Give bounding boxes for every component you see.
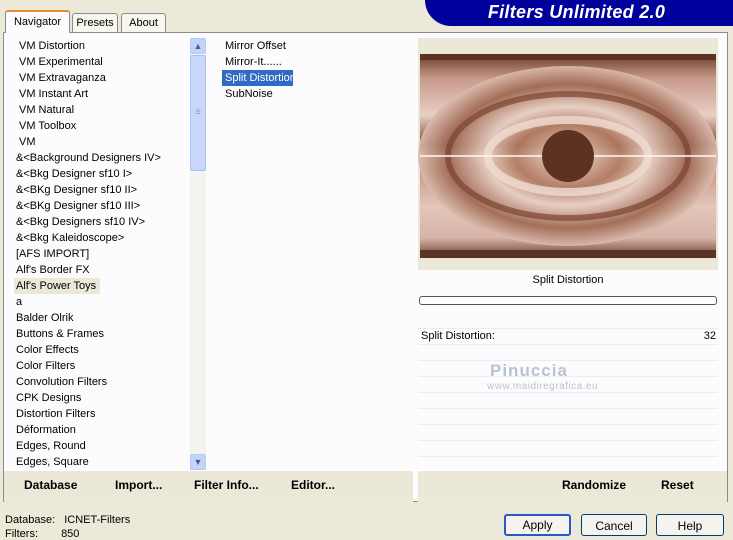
category-item[interactable]: Distortion Filters — [14, 406, 190, 422]
status-filters-value: 850 — [61, 528, 80, 540]
status-filters-label: Filters: — [5, 528, 38, 540]
current-filter-name: Split Distortion — [532, 274, 604, 286]
category-item[interactable]: Edges, Round — [14, 438, 190, 454]
tab-presets[interactable]: Presets — [72, 13, 118, 32]
tab-about[interactable]: About — [121, 13, 166, 32]
param-row-empty — [418, 424, 718, 441]
param-row-empty — [418, 392, 718, 409]
category-item[interactable]: a — [14, 294, 190, 310]
category-item[interactable]: Buttons & Frames — [14, 326, 190, 342]
database-button[interactable]: Database — [24, 478, 77, 492]
filter-item[interactable]: Mirror Offset — [222, 38, 412, 54]
status-database-label: Database: — [5, 514, 56, 526]
apply-button[interactable]: Apply — [504, 514, 571, 536]
category-item[interactable]: Balder Olrik — [14, 310, 190, 326]
filter-item[interactable]: Mirror-It...... — [222, 54, 412, 70]
filter-item[interactable]: SubNoise — [222, 86, 412, 102]
category-item[interactable]: &<BKg Designer sf10 II> — [14, 182, 190, 198]
editor-button[interactable]: Editor... — [291, 478, 335, 492]
progress-bar — [419, 296, 717, 305]
param-row-empty — [418, 408, 718, 425]
category-item[interactable]: [AFS IMPORT] — [14, 246, 190, 262]
status-database: Database: ICNET-Filters — [5, 514, 130, 526]
app-title: Filters Unlimited 2.0 — [487, 2, 666, 22]
param-label: Split Distortion: — [421, 330, 495, 342]
param-row-empty — [418, 344, 718, 361]
scroll-thumb[interactable]: ≡ — [190, 55, 206, 171]
filter-list[interactable]: Mirror Offset Mirror-It...... Split Distor… — [222, 38, 412, 470]
randomize-button[interactable]: Randomize — [562, 478, 626, 492]
category-item[interactable]: VM Natural — [14, 102, 190, 118]
status-database-value: ICNET-Filters — [64, 514, 131, 526]
category-item[interactable]: VM — [14, 134, 190, 150]
category-item[interactable]: VM Extravaganza — [14, 70, 190, 86]
reset-button[interactable]: Reset — [661, 478, 694, 492]
scroll-down-icon[interactable]: ▼ — [190, 454, 206, 470]
cancel-button[interactable]: Cancel — [581, 514, 647, 536]
category-item[interactable]: &<Background Designers IV> — [14, 150, 190, 166]
category-item[interactable]: VM Toolbox — [14, 118, 190, 134]
param-row-empty — [418, 360, 718, 377]
category-item[interactable]: VM Distortion — [14, 38, 190, 54]
category-scrollbar[interactable]: ▲ ≡ ▼ — [190, 38, 206, 470]
category-item[interactable]: &<Bkg Designers sf10 IV> — [14, 214, 190, 230]
filter-item[interactable]: Split Distortion — [222, 70, 296, 86]
param-row-empty — [418, 312, 718, 329]
watermark-url: www.maidiregrafica.eu — [487, 381, 599, 392]
tab-navigator[interactable]: Navigator — [5, 10, 70, 33]
status-filters: Filters: 850 — [5, 528, 79, 540]
preview-frame — [418, 38, 718, 270]
category-item[interactable]: Convolution Filters — [14, 374, 190, 390]
param-row-empty — [418, 440, 718, 457]
category-item[interactable]: &<Bkg Designer sf10 I> — [14, 166, 190, 182]
category-item[interactable]: Edges, Square — [14, 454, 190, 470]
preview-image — [418, 54, 718, 258]
category-item[interactable]: &<Bkg Kaleidoscope> — [14, 230, 190, 246]
import-button[interactable]: Import... — [115, 478, 162, 492]
category-item[interactable]: Color Filters — [14, 358, 190, 374]
category-item[interactable]: Color Effects — [14, 342, 190, 358]
category-item[interactable]: &<BKg Designer sf10 III> — [14, 198, 190, 214]
param-value[interactable]: 32 — [700, 330, 716, 342]
category-item[interactable]: Déformation — [14, 422, 190, 438]
category-item[interactable]: Alf's Power Toys — [14, 278, 100, 294]
category-item[interactable]: Alf's Border FX — [14, 262, 190, 278]
category-list[interactable]: VM Distortion VM Experimental VM Extravaga… — [14, 38, 190, 470]
filter-info-button[interactable]: Filter Info... — [194, 478, 259, 492]
scroll-up-icon[interactable]: ▲ — [190, 38, 206, 54]
help-button[interactable]: Help — [656, 514, 724, 536]
category-item[interactable]: VM Experimental — [14, 54, 190, 70]
watermark-title: Pinuccia — [490, 361, 568, 380]
category-item[interactable]: VM Instant Art — [14, 86, 190, 102]
category-item[interactable]: CPK Designs — [14, 390, 190, 406]
